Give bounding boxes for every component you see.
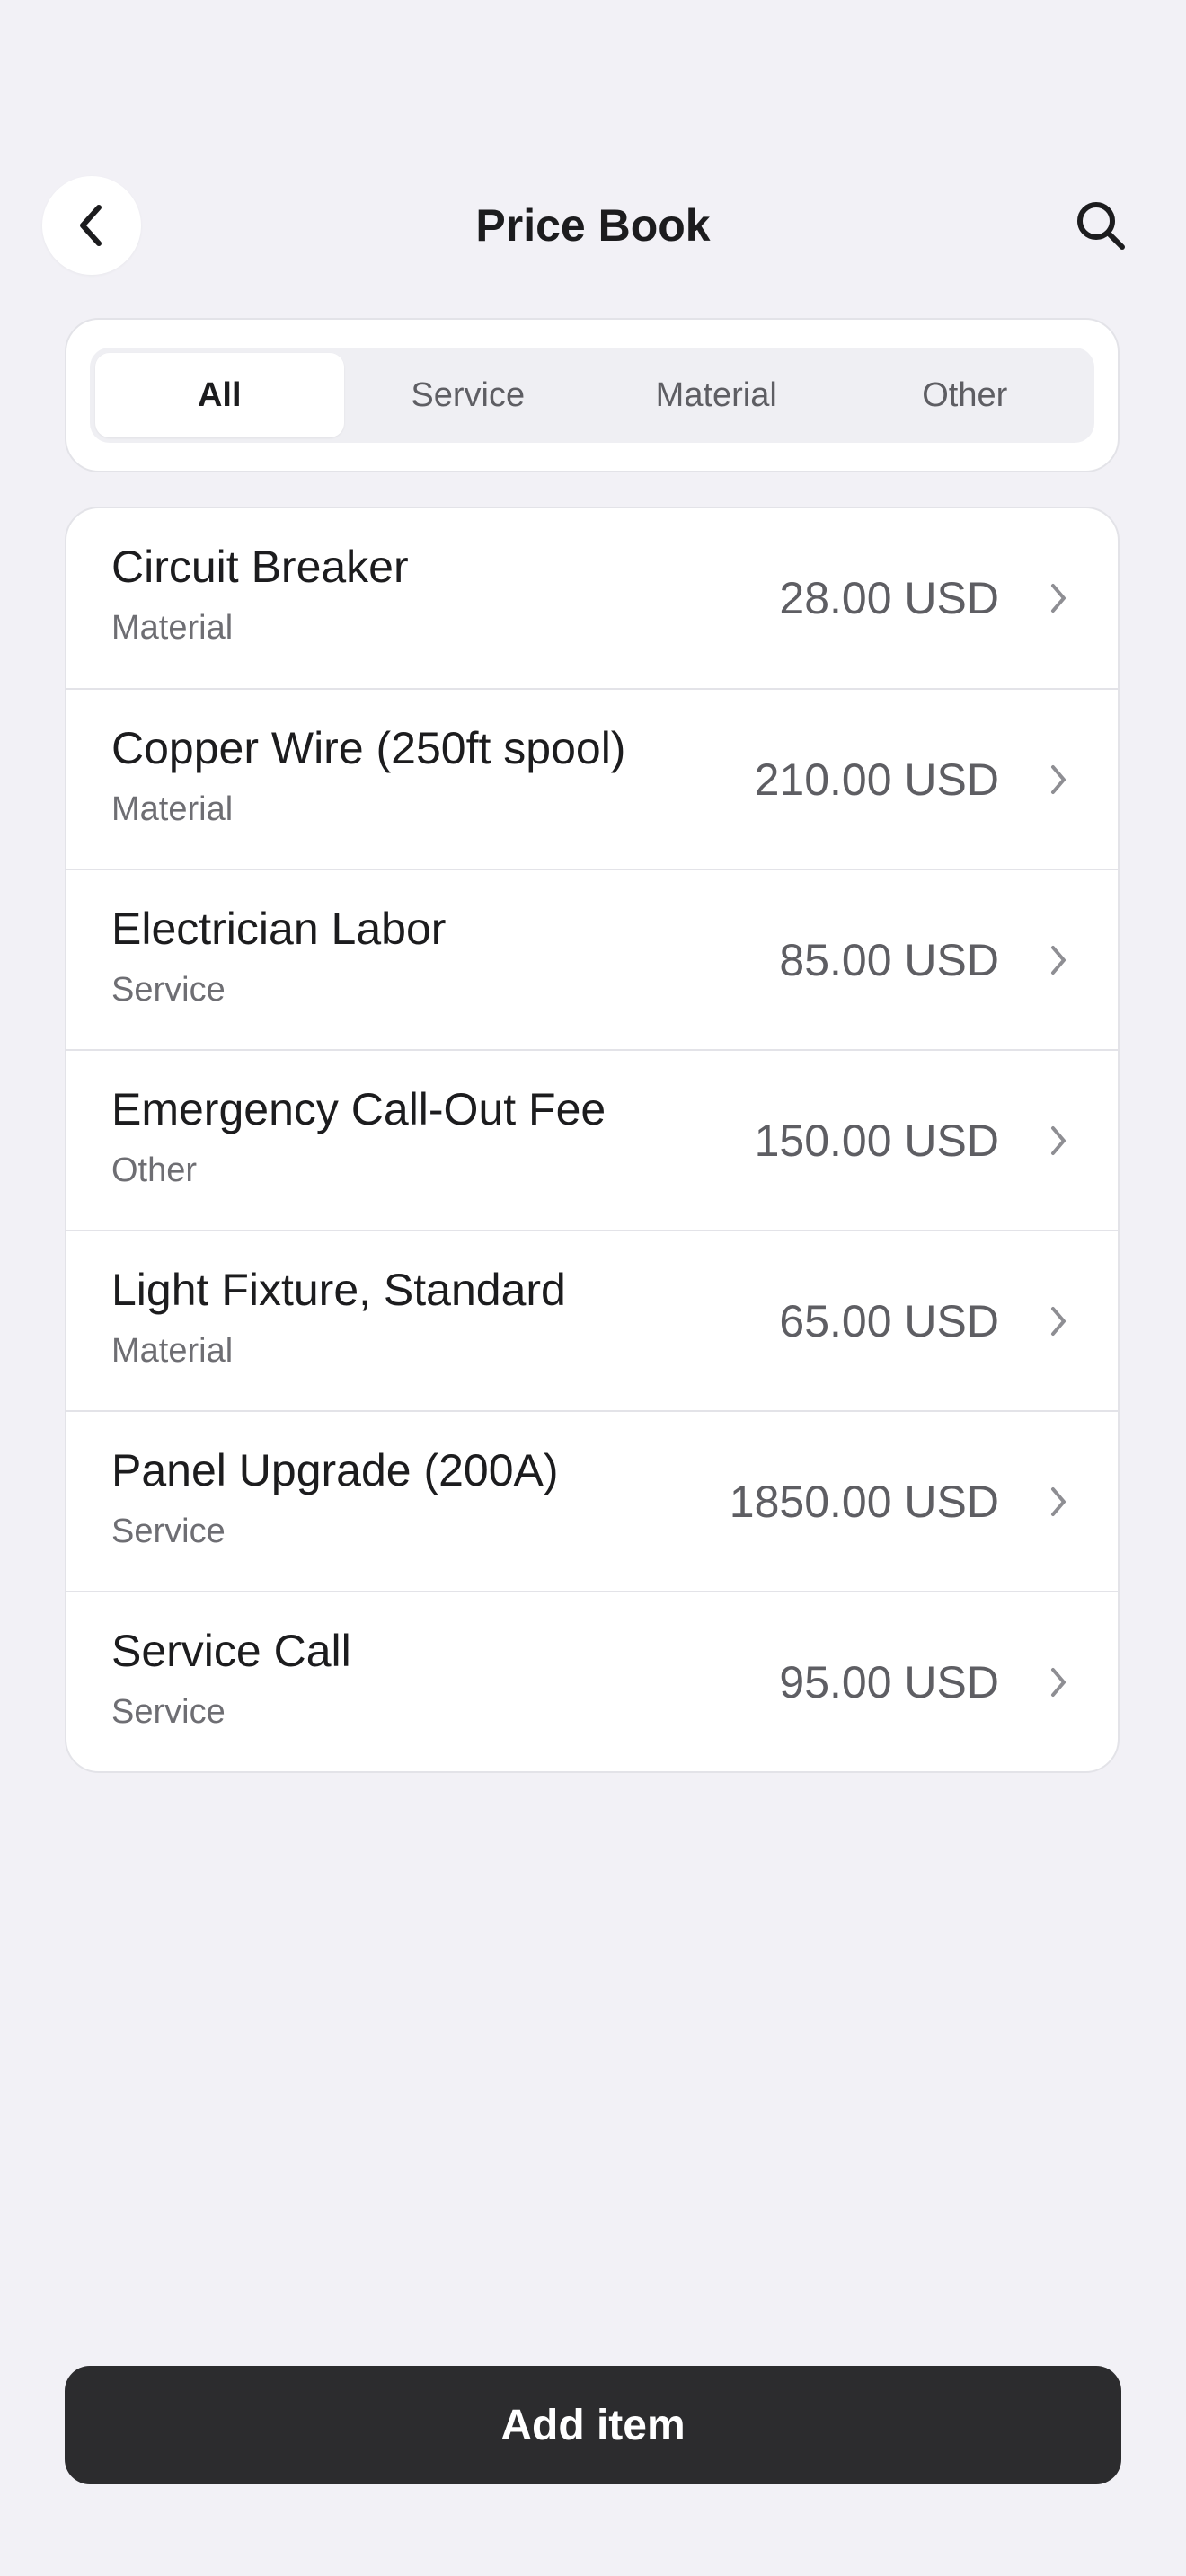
add-item-button[interactable]: Add item: [65, 2366, 1121, 2484]
chevron-right-icon: [1049, 870, 1067, 1049]
segment-other[interactable]: Other: [841, 353, 1090, 437]
list-item[interactable]: Panel Upgrade (200A) Service 1850.00 USD: [66, 1410, 1118, 1591]
category-segmented-control: All Service Material Other: [90, 348, 1094, 443]
item-category: Service: [111, 1693, 226, 1731]
item-name: Panel Upgrade (200A): [111, 1445, 559, 1495]
list-item[interactable]: Service Call Service 95.00 USD: [66, 1591, 1118, 1771]
chevron-right-icon: [1049, 1412, 1067, 1591]
item-name: Circuit Breaker: [111, 542, 409, 592]
price-item-list: Circuit Breaker Material 28.00 USD Coppe…: [65, 507, 1120, 1773]
item-price: 210.00 USD: [754, 754, 999, 805]
item-name: Light Fixture, Standard: [111, 1265, 566, 1315]
item-price: 1850.00 USD: [729, 1476, 999, 1527]
item-category: Material: [111, 1332, 234, 1370]
item-name: Emergency Call-Out Fee: [111, 1084, 606, 1134]
item-price: 65.00 USD: [779, 1295, 999, 1346]
filter-card: All Service Material Other: [65, 318, 1120, 472]
search-icon: [1077, 202, 1125, 250]
back-button[interactable]: [42, 176, 141, 275]
item-category: Service: [111, 971, 226, 1009]
segment-service[interactable]: Service: [344, 353, 593, 437]
list-item[interactable]: Emergency Call-Out Fee Other 150.00 USD: [66, 1049, 1118, 1230]
list-item[interactable]: Light Fixture, Standard Material 65.00 U…: [66, 1230, 1118, 1410]
chevron-left-icon: [80, 205, 102, 246]
item-price: 28.00 USD: [779, 573, 999, 623]
chevron-right-icon: [1049, 690, 1067, 869]
header: Price Book: [0, 176, 1186, 275]
item-name: Service Call: [111, 1626, 351, 1676]
item-price: 150.00 USD: [754, 1115, 999, 1166]
item-name: Electrician Labor: [111, 904, 447, 954]
item-price: 85.00 USD: [779, 934, 999, 985]
chevron-right-icon: [1049, 1231, 1067, 1410]
list-item[interactable]: Electrician Labor Service 85.00 USD: [66, 869, 1118, 1049]
segment-material[interactable]: Material: [592, 353, 841, 437]
chevron-right-icon: [1049, 1051, 1067, 1230]
item-category: Material: [111, 790, 234, 828]
item-category: Service: [111, 1513, 226, 1550]
page-title: Price Book: [475, 200, 711, 251]
item-category: Other: [111, 1151, 198, 1189]
list-item[interactable]: Circuit Breaker Material 28.00 USD: [66, 508, 1118, 688]
search-button[interactable]: [1051, 176, 1150, 275]
segment-all[interactable]: All: [95, 353, 344, 437]
chevron-right-icon: [1049, 508, 1067, 688]
item-price: 95.00 USD: [779, 1656, 999, 1707]
item-name: Copper Wire (250ft spool): [111, 723, 626, 773]
chevron-right-icon: [1049, 1592, 1067, 1771]
item-category: Material: [111, 609, 234, 647]
list-item[interactable]: Copper Wire (250ft spool) Material 210.0…: [66, 688, 1118, 869]
